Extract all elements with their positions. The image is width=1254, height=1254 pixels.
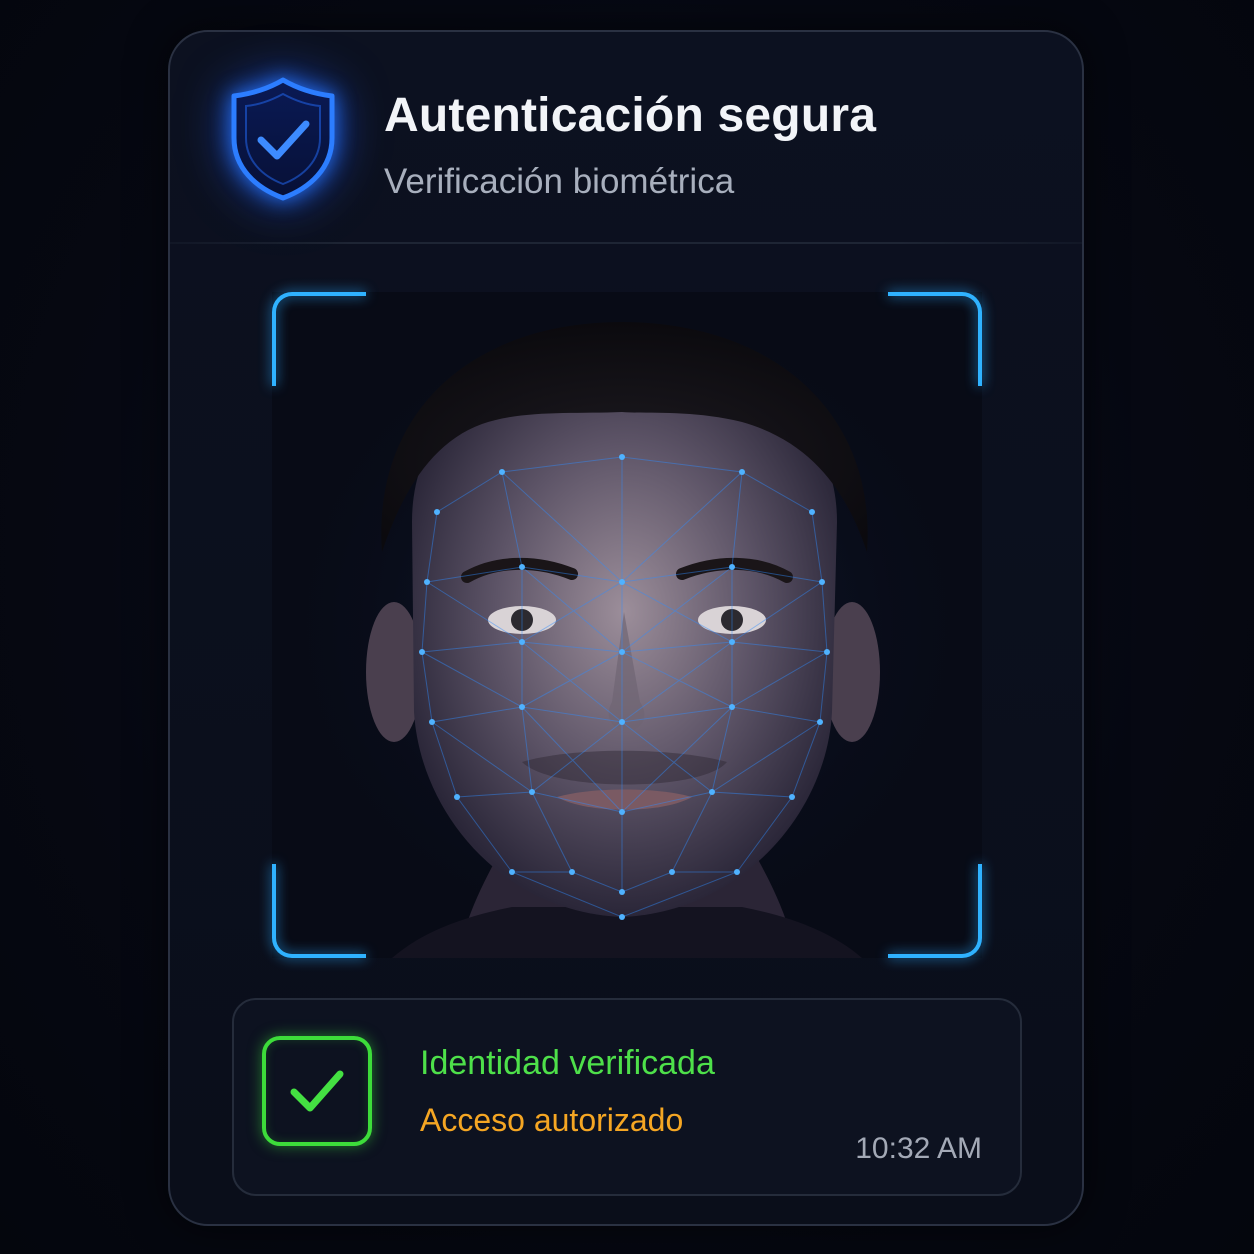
auth-card: Autenticación segura Verificación biomét… (168, 30, 1084, 1226)
card-header: Autenticación segura Verificación biomét… (170, 32, 1082, 244)
shield-check-icon (231, 77, 335, 201)
scan-frame-corner-top-left (272, 292, 366, 386)
verification-status-panel: Identidad verificada Acceso autorizado 1… (232, 998, 1022, 1196)
checkmark-icon (290, 1070, 344, 1112)
face-scan-photo (272, 292, 982, 958)
status-timestamp: 10:32 AM (855, 1132, 982, 1165)
status-title: Identidad verificada (420, 1044, 715, 1082)
header-divider (170, 242, 1082, 244)
page-title: Autenticación segura (384, 89, 877, 142)
face-scan-area (272, 292, 982, 958)
scan-frame-corner-top-right (888, 292, 982, 386)
page-subtitle: Verificación biométrica (384, 162, 735, 201)
verified-badge (262, 1036, 372, 1146)
scan-frame-corner-bottom-right (888, 864, 982, 958)
status-subtitle: Acceso autorizado (420, 1102, 684, 1138)
scan-frame-corner-bottom-left (272, 864, 366, 958)
